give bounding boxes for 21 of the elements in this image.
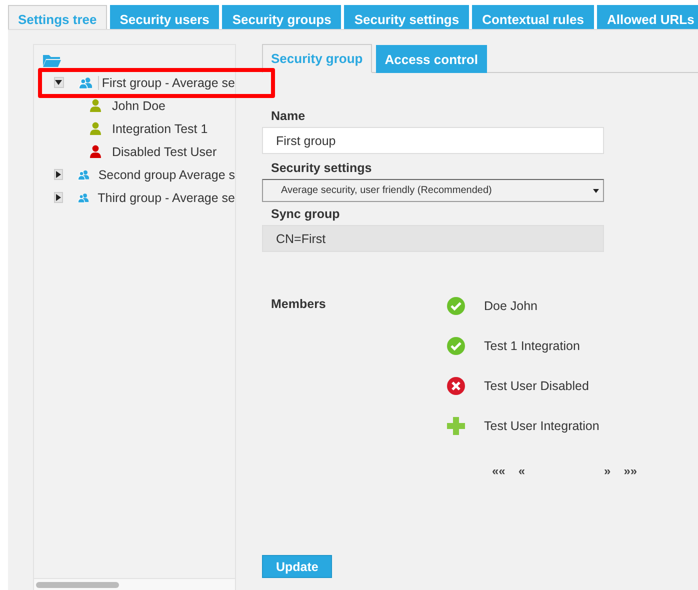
- first-page-link[interactable]: ««: [492, 464, 506, 478]
- readonly-field: CN=First: [262, 225, 604, 252]
- last-page-link[interactable]: »»: [624, 464, 638, 478]
- tree-item[interactable]: Integration Test 1: [112, 122, 208, 136]
- dropdown[interactable]: Average security, user friendly (Recommended): [262, 179, 604, 202]
- member-name: Doe John: [484, 299, 538, 313]
- tree-item[interactable]: John Doe: [112, 98, 166, 112]
- field-label: Sync group: [270, 207, 341, 221]
- input-field[interactable]: First group: [262, 127, 604, 154]
- tree-item[interactable]: Third group - Average se: [94, 190, 235, 204]
- member-name: Test 1 Integration: [484, 339, 580, 353]
- field-label: Security settings: [270, 161, 373, 175]
- tree-item[interactable]: First group - Average se: [98, 76, 235, 90]
- member-name: Test User Disabled: [484, 379, 589, 393]
- tree-item[interactable]: Disabled Test User: [112, 144, 217, 158]
- member-name: Test User Integration: [484, 419, 600, 433]
- field-label: Members: [270, 297, 327, 313]
- tree-item[interactable]: Second group Average s: [95, 168, 235, 182]
- field-label: Name: [270, 109, 306, 123]
- previous-page-link[interactable]: «: [518, 464, 526, 478]
- next-page-link[interactable]: »: [604, 464, 611, 478]
